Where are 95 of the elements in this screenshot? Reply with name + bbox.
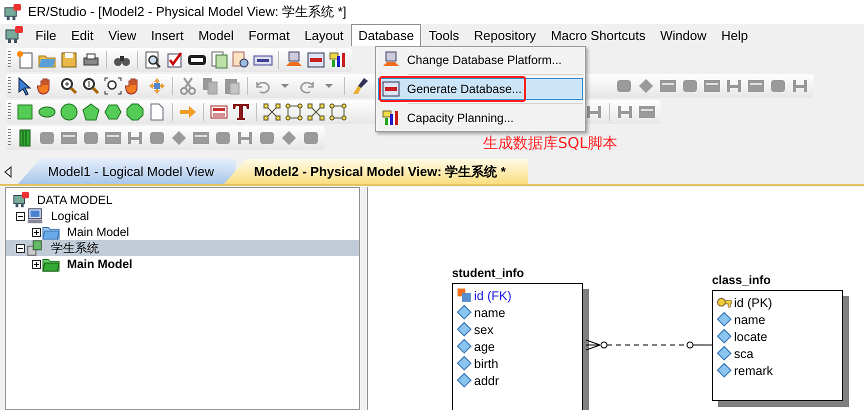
diamond-icon (717, 312, 732, 327)
entity-title: student_info (452, 266, 525, 280)
attribute-name: birth (474, 356, 498, 370)
app-icon (12, 191, 30, 209)
menu-item[interactable]: Edit (64, 24, 101, 46)
tree-label: Logical (51, 209, 90, 223)
node-graph-icon[interactable] (306, 102, 326, 122)
tree-label: Main Model (67, 257, 132, 271)
tree-toggle[interactable] (32, 228, 41, 236)
grip-handle[interactable] (8, 103, 11, 121)
attribute-name: age (474, 340, 495, 354)
tree-item[interactable]: Main Model (6, 224, 359, 240)
grip-handle[interactable] (8, 77, 11, 95)
node-graph-icon[interactable] (262, 102, 282, 122)
diamond-icon (717, 329, 732, 344)
menu-option[interactable]: Change Database Platform... (378, 49, 583, 71)
zoom-in-icon[interactable] (59, 76, 79, 96)
window-title: ER/Studio - [Model2 - Physical Model View: 学生系统 *] (28, 3, 346, 21)
grip-handle[interactable] (8, 51, 11, 69)
zoom-fit-icon[interactable] (103, 76, 123, 96)
diamond-icon (717, 363, 732, 378)
pages-icon[interactable] (231, 50, 251, 70)
square-icon[interactable] (15, 102, 35, 122)
database-stack-icon (26, 239, 44, 257)
menu-item[interactable]: Window (652, 24, 714, 46)
paste-icon[interactable] (222, 76, 242, 96)
annotation-text: 生成数据库SQL脚本 (483, 134, 618, 152)
menu-item[interactable]: Macro Shortcuts (543, 24, 653, 46)
tree-label: Main Model (67, 225, 130, 239)
brush-icon[interactable] (350, 76, 370, 96)
attribute-name: sca (734, 346, 754, 360)
diamond-icon (457, 305, 472, 320)
diamond-icon (457, 356, 472, 371)
tree-item[interactable]: Logical (6, 208, 359, 224)
tab[interactable]: Model1 - Logical Model View (18, 159, 236, 184)
zoom-icon[interactable] (81, 76, 101, 96)
copy-icon[interactable] (200, 76, 220, 96)
scroll-left-icon[interactable] (4, 166, 12, 178)
attribute-name: name (734, 312, 766, 326)
diamond-icon (457, 322, 472, 337)
tree-item[interactable]: DATA MODEL (6, 192, 359, 208)
new-document-icon[interactable] (15, 50, 35, 70)
tree-toggle[interactable] (32, 260, 41, 268)
attribute-name: name (474, 306, 506, 320)
menu-item[interactable]: Tools (421, 24, 467, 46)
database-badge-icon[interactable] (306, 50, 326, 70)
bar-chart-icon (381, 108, 401, 128)
menu-item[interactable]: Format (241, 24, 298, 46)
node-graph-icon[interactable] (284, 102, 304, 122)
attribute-name: locate (734, 330, 768, 344)
database-badge-icon (381, 79, 401, 99)
diamond-icon (457, 339, 472, 354)
magnifier-page-icon[interactable] (143, 50, 163, 70)
menu-item[interactable]: File (28, 24, 64, 46)
app-icon (3, 2, 22, 22)
diamond-icon (457, 373, 472, 388)
move-icon[interactable] (147, 76, 167, 96)
octagon-icon[interactable] (125, 102, 145, 122)
scissors-icon[interactable] (178, 76, 198, 96)
attribute-name: sex (474, 322, 494, 336)
bar-chart-icon[interactable] (328, 50, 348, 70)
pages-icon[interactable] (209, 50, 229, 70)
menu-item[interactable]: Insert (144, 24, 191, 46)
tree-toggle[interactable] (16, 244, 25, 252)
menu-item[interactable]: Database (350, 24, 422, 46)
attribute-name: remark (734, 364, 773, 378)
menu-option[interactable]: Capacity Planning... (378, 107, 583, 129)
grip-handle[interactable] (8, 129, 11, 147)
app-icon[interactable] (4, 25, 24, 45)
pentagon-icon[interactable] (81, 102, 101, 122)
tree-item[interactable]: 学生系统 (6, 240, 359, 256)
hexagon-icon[interactable] (103, 102, 123, 122)
foreign-key-icon (457, 288, 472, 303)
attribute-name: id (FK) (474, 288, 512, 302)
tree-label: 学生系统 (51, 240, 99, 256)
menu-item[interactable]: Help (714, 24, 756, 46)
key-icon (717, 295, 732, 310)
menu-item[interactable]: Repository (466, 24, 544, 46)
tree-label: DATA MODEL (37, 193, 113, 207)
entity-title: class_info (712, 273, 772, 287)
tab[interactable]: Model2 - Physical Model View: 学生系统 * (224, 159, 528, 184)
tree-item[interactable]: Main Model (6, 256, 359, 272)
menu-item[interactable]: Layout (297, 24, 351, 46)
tree-toggle[interactable] (16, 212, 25, 220)
menu-item[interactable]: Model (190, 24, 242, 46)
text-tool-icon[interactable] (231, 102, 251, 122)
checkbox-icon[interactable] (165, 50, 185, 70)
circle-icon[interactable] (59, 102, 79, 122)
monitor-icon (26, 207, 44, 225)
attribute-name: addr (474, 374, 500, 388)
attribute-name: id (PK) (734, 296, 772, 310)
menu-item[interactable]: View (100, 24, 144, 46)
diamond-icon (717, 346, 732, 361)
node-graph-icon[interactable] (328, 102, 348, 122)
menu-option[interactable]: Generate Database... (378, 78, 583, 100)
